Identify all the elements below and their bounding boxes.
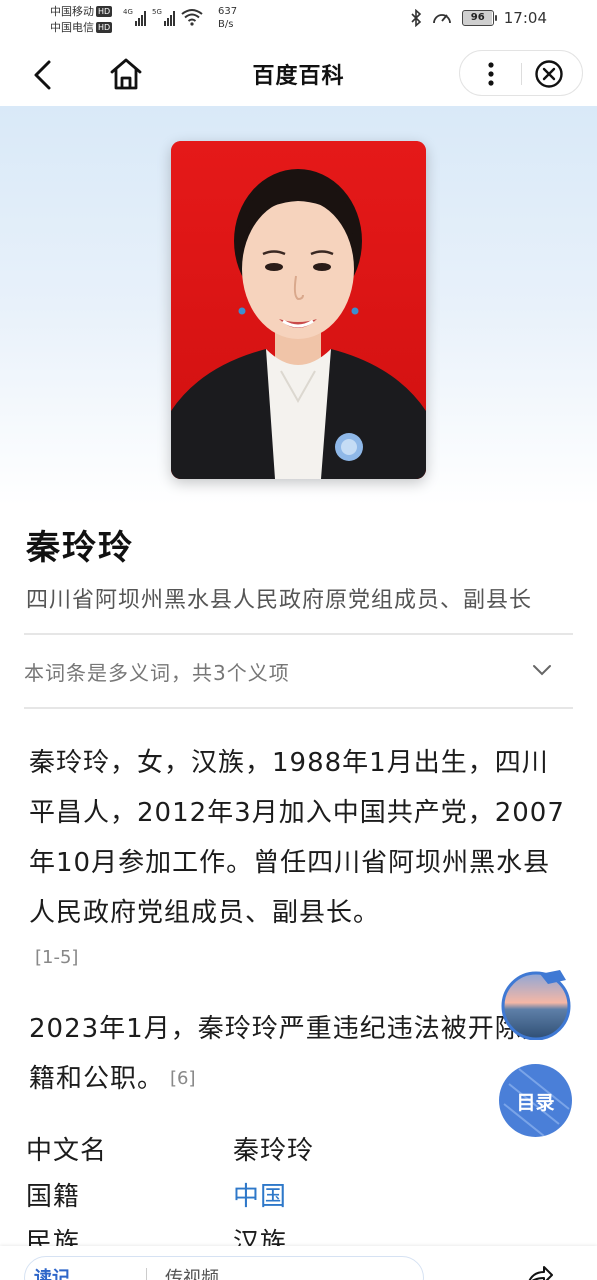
hd-badge: HD bbox=[96, 6, 113, 17]
polysemy-text: 本词条是多义词，共3个义项 bbox=[24, 661, 290, 685]
portrait-image[interactable] bbox=[171, 141, 426, 479]
entry-subtitle: 四川省阿坝州黑水县人民政府原党组成员、副县长 bbox=[26, 588, 533, 613]
info-label: 中文名 bbox=[26, 1136, 108, 1166]
speed-unit: B/s bbox=[218, 19, 234, 30]
signal-icon bbox=[135, 10, 146, 26]
capsule-divider bbox=[521, 63, 522, 85]
info-value: 秦玲玲 bbox=[233, 1136, 315, 1166]
net-label-2: 5G bbox=[152, 8, 162, 16]
network-speed: 637 B/s bbox=[218, 5, 237, 31]
system-icons: 96 17:04 bbox=[410, 9, 547, 27]
status-bar: 中国移动 HD 中国电信 HD 4G 5G 637 B/s 96 17:04 bbox=[0, 0, 597, 42]
info-row: 国籍 中国 bbox=[26, 1174, 566, 1220]
info-row: 中文名 秦玲玲 bbox=[26, 1128, 566, 1174]
speed-value: 637 bbox=[218, 6, 238, 17]
clock: 17:04 bbox=[503, 9, 547, 27]
catalog-label: 目录 bbox=[516, 1092, 555, 1114]
bottom-pill bbox=[24, 1256, 424, 1280]
chevron-down-icon bbox=[533, 665, 551, 676]
citation-link[interactable]: [1-5] bbox=[35, 938, 569, 978]
more-icon[interactable] bbox=[476, 60, 506, 88]
divider-2 bbox=[24, 707, 573, 709]
bottom-toolbar: 读记 传视频 bbox=[0, 1246, 597, 1280]
carrier-2: 中国电信 bbox=[50, 21, 94, 34]
carrier-1: 中国移动 bbox=[50, 5, 94, 18]
nav-bar: 百度百科 bbox=[0, 42, 597, 106]
catalog-button[interactable]: 目录 bbox=[499, 1064, 572, 1137]
wifi-icon bbox=[181, 9, 203, 26]
hd-badge-2: HD bbox=[96, 22, 113, 33]
mini-program-capsule bbox=[459, 50, 583, 96]
info-value-link[interactable]: 中国 bbox=[233, 1174, 287, 1220]
summary-text: 秦玲玲，女，汉族，1988年1月出生，四川平昌人，2012年3月加入中国共产党，… bbox=[29, 748, 565, 928]
citation-link-2[interactable]: [6] bbox=[170, 1068, 196, 1089]
bottom-separator bbox=[146, 1268, 147, 1280]
net-label-1: 4G bbox=[123, 8, 133, 16]
signal-indicators: 4G 5G bbox=[123, 8, 203, 26]
summary-text-2: 2023年1月，秦玲玲严重违纪违法被开除党籍和公职。 bbox=[29, 1014, 549, 1094]
read-note-button[interactable]: 读记 bbox=[34, 1264, 70, 1280]
close-icon[interactable] bbox=[534, 59, 564, 89]
speedometer-icon bbox=[432, 14, 451, 24]
battery-indicator: 96 bbox=[461, 10, 497, 26]
bluetooth-icon bbox=[411, 9, 421, 27]
polysemy-selector[interactable]: 本词条是多义词，共3个义项 bbox=[24, 635, 573, 707]
info-label: 国籍 bbox=[26, 1182, 81, 1212]
upload-video-button[interactable]: 传视频 bbox=[165, 1264, 219, 1280]
summary-paragraph: 秦玲玲，女，汉族，1988年1月出生，四川平昌人，2012年3月加入中国共产党，… bbox=[29, 738, 569, 978]
ai-assistant-button[interactable] bbox=[500, 968, 572, 1040]
share-icon[interactable] bbox=[524, 1264, 554, 1280]
summary-paragraph-2: 2023年1月，秦玲玲严重违纪违法被开除党籍和公职。 [6] bbox=[29, 1004, 569, 1104]
entry-title: 秦玲玲 bbox=[26, 528, 134, 568]
carrier-info: 中国移动 HD 中国电信 HD bbox=[50, 4, 113, 36]
signal-icon-2 bbox=[164, 10, 175, 26]
